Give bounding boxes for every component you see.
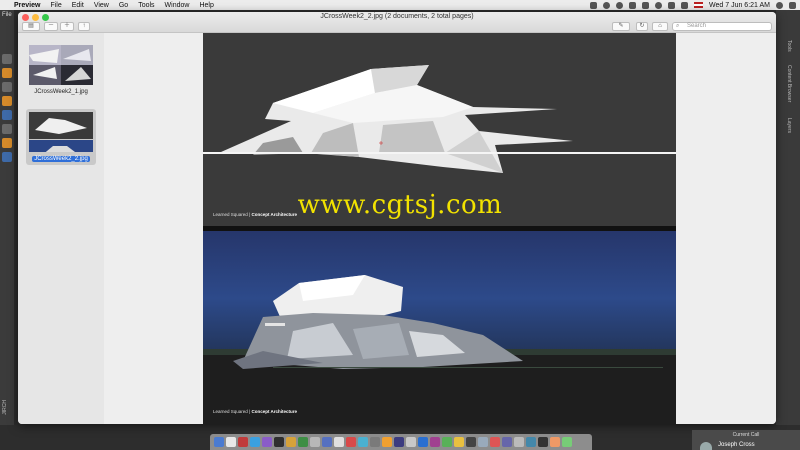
host-tool-icon[interactable]	[2, 138, 12, 148]
dock-app-icon[interactable]	[442, 437, 452, 447]
dock-app-icon[interactable]	[322, 437, 332, 447]
dock-app-icon[interactable]	[238, 437, 248, 447]
host-tool-icon[interactable]	[2, 152, 12, 162]
dock-app-icon[interactable]	[454, 437, 464, 447]
menu-tools[interactable]: Tools	[138, 2, 154, 9]
dock-app-icon[interactable]	[274, 437, 284, 447]
zoom-out-icon[interactable]: －	[44, 22, 58, 31]
host-tool-icon[interactable]	[2, 54, 12, 64]
battery-icon[interactable]	[681, 1, 689, 9]
share-icon[interactable]: ↑	[78, 22, 90, 31]
menu-file[interactable]: File	[50, 2, 61, 9]
dock-app-icon[interactable]	[418, 437, 428, 447]
thumbnail-image[interactable]	[29, 45, 93, 85]
dock-app-icon[interactable]	[382, 437, 392, 447]
volume-icon[interactable]	[668, 1, 676, 9]
caller-name: Joseph Cross	[718, 442, 755, 448]
thumbnail-label: JCrossWeek2_2.jpg	[29, 156, 93, 162]
dock-app-icon[interactable]	[226, 437, 236, 447]
call-header: Current Call	[732, 432, 760, 438]
concept-render-bottom: Learned Squared | Concept Architecture	[203, 231, 676, 424]
search-icon: ⌕	[676, 23, 680, 29]
dock-app-icon[interactable]	[538, 437, 548, 447]
dock-app-icon[interactable]	[526, 437, 536, 447]
dock-app-icon[interactable]	[250, 437, 260, 447]
slide-caption: Learned Squared | Concept Architecture	[213, 409, 298, 414]
rotate-icon[interactable]: ↻	[636, 22, 648, 31]
search-field[interactable]: ⌕ Search	[672, 22, 772, 31]
status-area: Wed 7 Jun 6:21 AM	[590, 1, 796, 9]
input-source-flag-icon[interactable]	[694, 2, 704, 8]
zoom-in-icon[interactable]: ＋	[60, 22, 74, 31]
caption-brand: Learned Squared	[213, 409, 248, 414]
dock-app-icon[interactable]	[262, 437, 272, 447]
search-placeholder: Search	[687, 23, 707, 29]
host-tab-content-browser[interactable]: Content Browser	[786, 65, 792, 102]
dock-app-icon[interactable]	[358, 437, 368, 447]
dock-app-icon[interactable]	[406, 437, 416, 447]
document-canvas[interactable]: Learned Squared | Concept Architecture L…	[104, 33, 776, 424]
menubar: Preview File Edit View Go Tools Window H…	[0, 0, 800, 10]
host-file-label[interactable]: File	[2, 12, 12, 18]
dock-app-icon[interactable]	[466, 437, 476, 447]
markup-toolbar-icon[interactable]: ⌂	[652, 22, 668, 31]
dock-app-icon[interactable]	[286, 437, 296, 447]
dock-app-icon[interactable]	[370, 437, 380, 447]
menu-go[interactable]: Go	[119, 2, 128, 9]
host-tool-palette	[0, 10, 14, 450]
host-tool-icon[interactable]	[2, 68, 12, 78]
host-tab-layers[interactable]: Layers	[786, 118, 792, 133]
host-tool-icon[interactable]	[2, 96, 12, 106]
caller-avatar	[700, 442, 712, 450]
dock-app-icon[interactable]	[430, 437, 440, 447]
markup-pen-icon[interactable]: ✎	[612, 22, 630, 31]
host-tool-icon[interactable]	[2, 124, 12, 134]
thumbnail-label-text: JCrossWeek2_2.jpg	[32, 156, 90, 162]
menu-help[interactable]: Help	[199, 2, 213, 9]
sidebar-toggle-button[interactable]: ▤	[22, 22, 40, 31]
dock-app-icon[interactable]	[502, 437, 512, 447]
thumbnail-image[interactable]	[29, 112, 93, 152]
document-page[interactable]: Learned Squared | Concept Architecture L…	[203, 33, 676, 424]
dock-app-icon[interactable]	[334, 437, 344, 447]
host-tool-icon[interactable]	[2, 110, 12, 120]
menu-view[interactable]: View	[94, 2, 109, 9]
display-icon[interactable]	[629, 1, 637, 9]
window-title: JCrossWeek2_2.jpg (2 documents, 2 total …	[320, 13, 474, 20]
caption-course: Concept Architecture	[251, 409, 298, 414]
thumbnail-sidebar: JCrossWeek2_1.jpg JCrossWeek2_2.jpg	[18, 33, 104, 424]
host-tool-icon[interactable]	[2, 82, 12, 92]
dock-app-icon[interactable]	[214, 437, 224, 447]
dock-app-icon[interactable]	[478, 437, 488, 447]
host-vertical-label: JIRCH	[2, 400, 8, 415]
dock-app-icon[interactable]	[490, 437, 500, 447]
dock-app-icon[interactable]	[346, 437, 356, 447]
dock-app-icon[interactable]	[514, 437, 524, 447]
notification-center-icon[interactable]	[789, 1, 796, 9]
dock-app-icon[interactable]	[562, 437, 572, 447]
site-watermark: www.cgtsj.com	[297, 190, 503, 220]
dock-app-icon[interactable]	[310, 437, 320, 447]
thumbnail-label: JCrossWeek2_1.jpg	[34, 89, 88, 95]
time-machine-icon[interactable]	[616, 1, 624, 9]
thumbnail-item-selected[interactable]: JCrossWeek2_2.jpg	[26, 109, 96, 165]
menu-window[interactable]: Window	[165, 2, 190, 9]
bluetooth-icon[interactable]	[642, 1, 650, 9]
window-titlebar[interactable]: JCrossWeek2_2.jpg (2 documents, 2 total …	[18, 12, 776, 33]
current-call-panel[interactable]: Current Call Joseph Cross	[692, 430, 800, 450]
menu-app-name[interactable]: Preview	[14, 2, 40, 9]
host-right-panel: Tools Content Browser Layers	[776, 10, 800, 430]
dock-app-icon[interactable]	[550, 437, 560, 447]
sync-icon[interactable]	[603, 1, 611, 9]
dock-app-icon[interactable]	[298, 437, 308, 447]
dock	[210, 434, 592, 450]
dock-app-icon[interactable]	[394, 437, 404, 447]
host-tab-tools[interactable]: Tools	[786, 40, 792, 52]
menubar-clock[interactable]: Wed 7 Jun 6:21 AM	[709, 2, 770, 9]
wifi-icon[interactable]	[655, 1, 663, 9]
thumbnail-item[interactable]: JCrossWeek2_1.jpg	[26, 45, 96, 95]
dropbox-icon[interactable]	[590, 1, 598, 9]
menu-edit[interactable]: Edit	[72, 2, 84, 9]
spotlight-icon[interactable]	[776, 1, 783, 9]
